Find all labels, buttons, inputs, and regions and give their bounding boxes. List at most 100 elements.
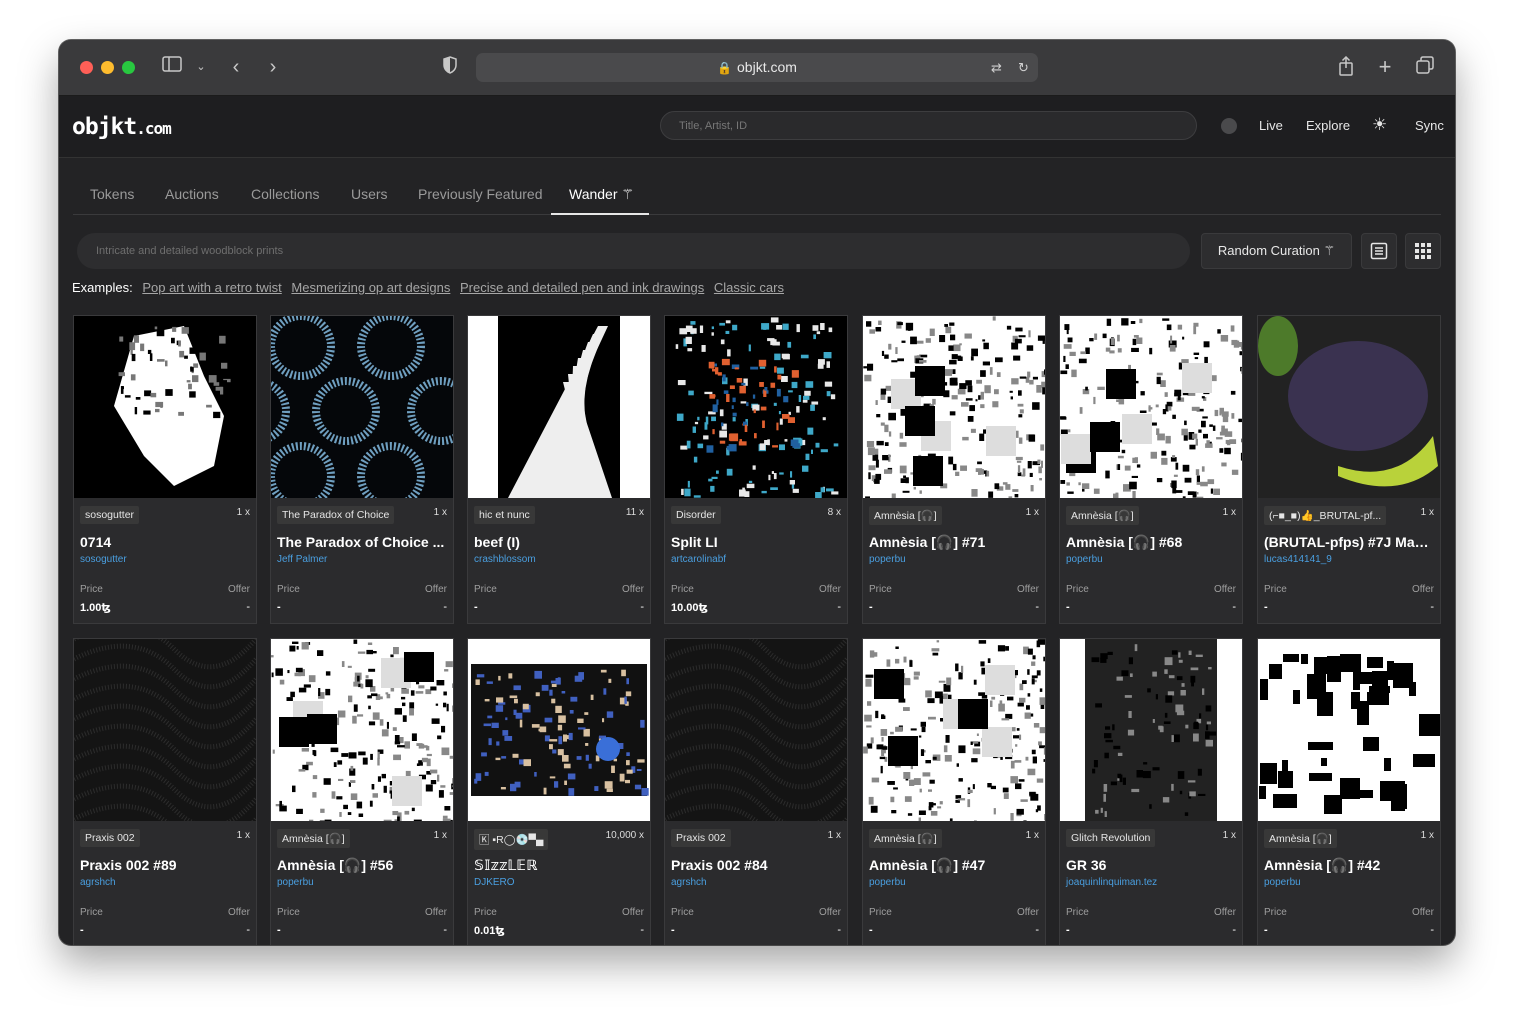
share-icon[interactable] (1334, 55, 1358, 83)
artist-link[interactable]: poperbu (869, 554, 906, 565)
artist-link[interactable]: poperbu (869, 877, 906, 888)
example-link[interactable]: Classic cars (714, 280, 784, 295)
token-artwork[interactable] (468, 639, 650, 821)
artist-link[interactable]: agrshch (80, 877, 116, 888)
collection-badge[interactable]: Amnèsia [🎧] (869, 506, 942, 525)
search-input[interactable] (661, 112, 1196, 139)
wander-query-input[interactable] (77, 233, 1190, 269)
token-artwork[interactable] (74, 639, 256, 821)
example-link[interactable]: Mesmerizing op art designs (291, 280, 450, 295)
artist-link[interactable]: poperbu (1264, 877, 1301, 888)
zoom-window-button[interactable] (122, 61, 135, 74)
token-card[interactable]: sosogutter 1 x 0714 sosogutter Price Offer 1.0… (73, 315, 257, 624)
collection-badge[interactable]: 🄺 ▪R◯💿▀▄ (474, 829, 549, 850)
tab-users[interactable]: Users (351, 186, 388, 202)
token-artwork[interactable] (665, 316, 847, 498)
collection-badge[interactable]: Disorder (671, 506, 721, 524)
token-card[interactable]: Amnèsia [🎧] 1 x Amnèsia [🎧] #56 poperbu Pric… (270, 638, 454, 945)
token-artwork[interactable] (1258, 639, 1440, 821)
token-artwork[interactable] (271, 639, 453, 821)
token-title[interactable]: Amnèsia [🎧] #47 (869, 857, 1039, 874)
theme-sun-icon[interactable]: ☀ (1372, 115, 1387, 135)
nav-live[interactable]: Live (1259, 118, 1283, 133)
random-curation-button[interactable]: Random Curation ⚚ (1201, 233, 1352, 269)
artist-link[interactable]: poperbu (1066, 554, 1103, 565)
new-tab-icon[interactable]: + (1373, 56, 1397, 78)
token-card[interactable]: Amnèsia [🎧] 1 x Amnèsia [🎧] #47 poperbu Pric… (862, 638, 1046, 945)
back-icon[interactable]: ‹ (224, 56, 248, 78)
token-card[interactable]: Disorder 8 x Split LI artcarolinabf Price Off… (664, 315, 848, 624)
artist-link[interactable]: lucas414141_9 (1264, 554, 1332, 565)
chevron-down-icon[interactable]: ⌄ (189, 56, 213, 78)
token-title[interactable]: Praxis 002 #89 (80, 857, 250, 873)
collection-badge[interactable]: The Paradox of Choice (277, 506, 395, 524)
token-artwork[interactable] (863, 316, 1045, 498)
token-title[interactable]: (BRUTAL-pfps) #7J Mad... (1264, 534, 1434, 550)
token-card[interactable]: Praxis 002 1 x Praxis 002 #84 agrshch Price O… (664, 638, 848, 945)
token-artwork[interactable] (468, 316, 650, 498)
collection-badge[interactable]: (⌐■_■)👍_BRUTAL-pf... (1264, 506, 1387, 525)
token-title[interactable]: beef (I) (474, 534, 644, 550)
tab-tokens[interactable]: Tokens (90, 186, 134, 202)
close-window-button[interactable] (80, 61, 93, 74)
token-artwork[interactable] (74, 316, 256, 498)
sidebar-icon[interactable] (160, 56, 184, 79)
site-logo[interactable]: objkt.com (72, 114, 172, 140)
nav-explore[interactable]: Explore (1306, 118, 1350, 133)
minimize-window-button[interactable] (101, 61, 114, 74)
token-card[interactable]: Amnèsia [🎧] 1 x Amnèsia [🎧] #42 poperbu Pric… (1257, 638, 1441, 945)
token-card[interactable]: Amnèsia [🎧] 1 x Amnèsia [🎧] #71 poperbu Pric… (862, 315, 1046, 624)
token-title[interactable]: Amnèsia [🎧] #42 (1264, 857, 1434, 874)
token-artwork[interactable] (1060, 316, 1242, 498)
tabs-icon[interactable] (1413, 56, 1437, 81)
token-card[interactable]: hic et nunc 11 x beef (I) crashblossom Price… (467, 315, 651, 624)
collection-badge[interactable]: Amnèsia [🎧] (277, 829, 350, 848)
collection-badge[interactable]: Glitch Revolution (1066, 829, 1156, 847)
example-link[interactable]: Pop art with a retro twist (142, 280, 281, 295)
token-artwork[interactable] (1060, 639, 1242, 821)
reload-icon[interactable]: ↻ (1018, 53, 1029, 82)
token-title[interactable]: Praxis 002 #84 (671, 857, 841, 873)
tab-auctions[interactable]: Auctions (165, 186, 219, 202)
artist-link[interactable]: sosogutter (80, 554, 127, 565)
artist-link[interactable]: joaquinlinquiman.tez (1066, 877, 1157, 888)
status-dot-icon[interactable] (1221, 118, 1237, 134)
token-title[interactable]: The Paradox of Choice ... (277, 534, 447, 550)
token-title[interactable]: Split LI (671, 534, 841, 550)
collection-badge[interactable]: Amnèsia [🎧] (869, 829, 942, 848)
artist-link[interactable]: poperbu (277, 877, 314, 888)
tab-previously-featured[interactable]: Previously Featured (418, 186, 543, 202)
collection-badge[interactable]: sosogutter (80, 506, 140, 524)
token-artwork[interactable] (665, 639, 847, 821)
artist-link[interactable]: artcarolinabf (671, 554, 726, 565)
example-link[interactable]: Precise and detailed pen and ink drawing… (460, 280, 704, 295)
tab-wander[interactable]: Wander ⚚ (569, 186, 634, 203)
token-title[interactable]: 0714 (80, 534, 250, 550)
collection-badge[interactable]: Praxis 002 (671, 829, 731, 847)
collection-badge[interactable]: Amnèsia [🎧] (1264, 829, 1337, 848)
grid-view-button[interactable] (1405, 233, 1441, 269)
collection-badge[interactable]: Amnèsia [🎧] (1066, 506, 1139, 525)
token-card[interactable]: (⌐■_■)👍_BRUTAL-pf... 1 x (BRUTAL-pfps) #7J… (1257, 315, 1441, 624)
list-view-button[interactable] (1361, 233, 1397, 269)
collection-badge[interactable]: Praxis 002 (80, 829, 140, 847)
translate-icon[interactable]: ⇄ (991, 53, 1002, 82)
collection-badge[interactable]: hic et nunc (474, 506, 535, 524)
token-artwork[interactable] (271, 316, 453, 498)
token-title[interactable]: Amnèsia [🎧] #71 (869, 534, 1039, 551)
token-card[interactable]: Glitch Revolution 1 x GR 36 joaquinlinquima… (1059, 638, 1243, 945)
token-card[interactable]: The Paradox of Choice 1 x The Paradox of C… (270, 315, 454, 624)
token-title[interactable]: Amnèsia [🎧] #56 (277, 857, 447, 874)
token-title[interactable]: Amnèsia [🎧] #68 (1066, 534, 1236, 551)
address-bar[interactable]: 🔒 objkt.com ⇄ ↻ (476, 53, 1038, 82)
token-artwork[interactable] (1258, 316, 1440, 498)
token-title[interactable]: 𝕊𝕀𝕫𝕫𝕃𝔼ℝ (474, 857, 644, 874)
token-card[interactable]: Praxis 002 1 x Praxis 002 #89 agrshch Price O… (73, 638, 257, 945)
token-title[interactable]: GR 36 (1066, 857, 1236, 873)
artist-link[interactable]: DJKERO (474, 877, 515, 888)
forward-icon[interactable]: › (261, 56, 285, 78)
artist-link[interactable]: crashblossom (474, 554, 536, 565)
token-artwork[interactable] (863, 639, 1045, 821)
artist-link[interactable]: agrshch (671, 877, 707, 888)
token-card[interactable]: 🄺 ▪R◯💿▀▄ 10,000 x 𝕊𝕀𝕫𝕫𝕃𝔼ℝ DJKERO Price Offer 0… (467, 638, 651, 945)
